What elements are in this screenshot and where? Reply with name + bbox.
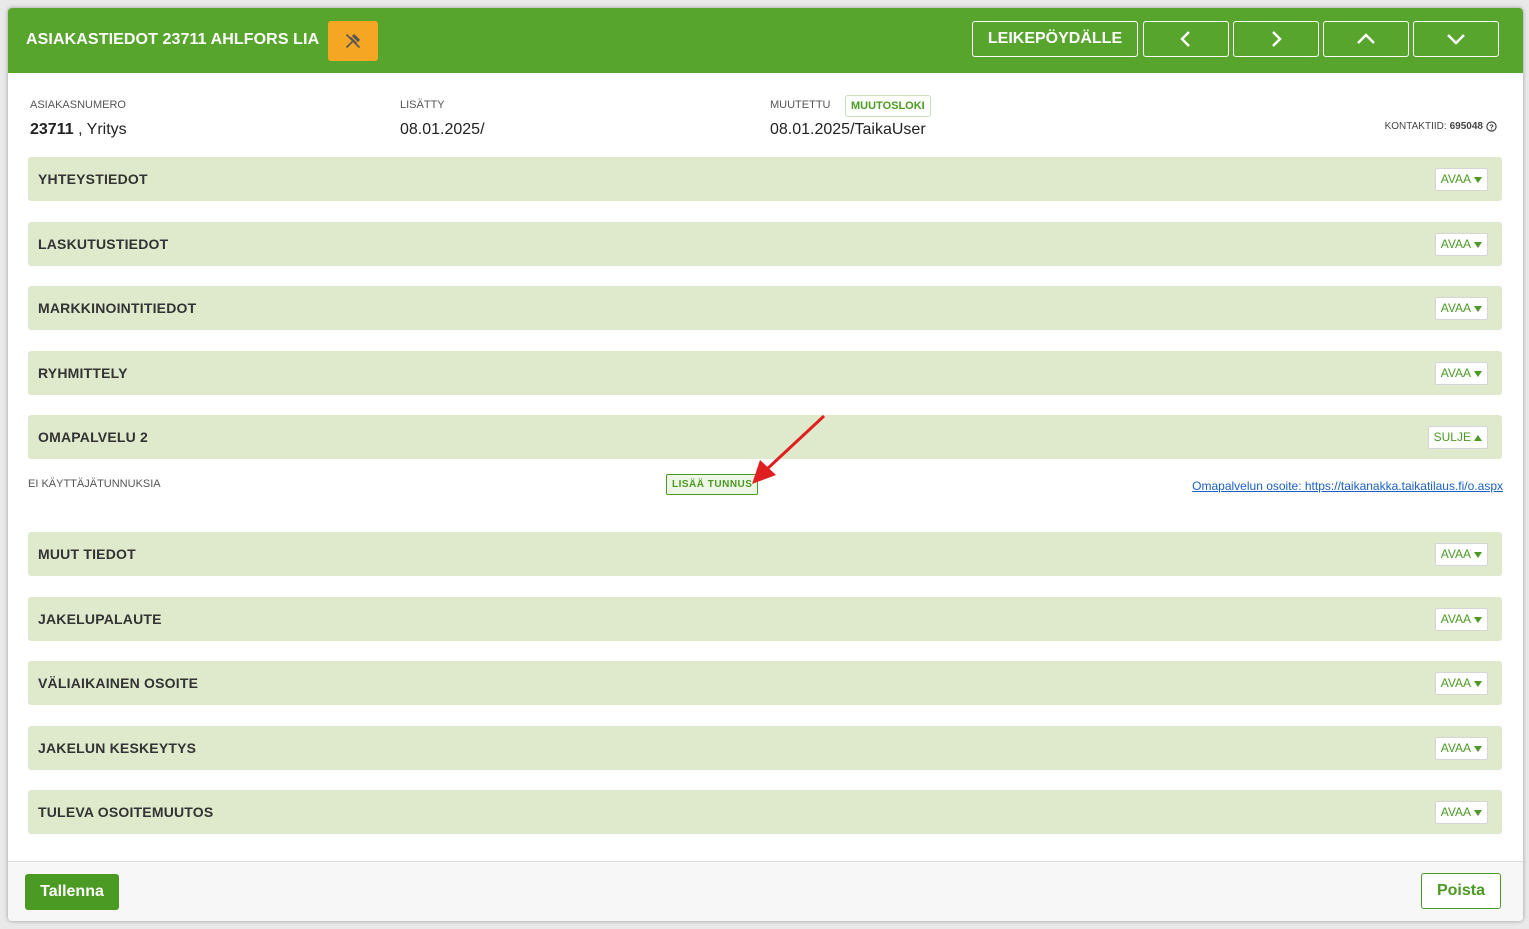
section-toggle-label: AVAA (1440, 741, 1471, 755)
caret-down-icon (1474, 551, 1482, 558)
caret-down-icon (1474, 370, 1482, 377)
dialog-header: ASIAKASTIEDOT 23711 AHLFORS LIA LEIKEPÖY… (8, 8, 1523, 73)
section-toggle-button[interactable]: AVAA (1434, 168, 1488, 191)
section-toggle-button[interactable]: AVAA (1434, 737, 1488, 760)
added-label: LISÄTTY (400, 99, 445, 111)
customer-type: , Yritys (78, 121, 127, 138)
caret-up-icon (1474, 434, 1482, 441)
caret-down-icon (1474, 176, 1482, 183)
up-button[interactable] (1323, 21, 1409, 57)
section-title: MARKKINOINTITIEDOT (38, 300, 197, 316)
next-button[interactable] (1233, 21, 1319, 57)
section-toggle-button[interactable]: AVAA (1434, 233, 1488, 256)
section-title: OMAPALVELU 2 (38, 429, 148, 445)
section-title: TULEVA OSOITEMUUTOS (38, 804, 214, 820)
section-toggle-label: AVAA (1440, 237, 1471, 251)
dialog-title: ASIAKASTIEDOT 23711 AHLFORS LIA (26, 31, 320, 48)
section-laskutustiedot[interactable]: LASKUTUSTIEDOT AVAA (28, 222, 1502, 266)
pin-off-icon (346, 34, 360, 48)
contact-id-value: 695048 (1449, 121, 1483, 132)
section-valiaikainen-osoite[interactable]: VÄLIAIKAINEN OSOITE AVAA (28, 661, 1502, 705)
section-markkinointitiedot[interactable]: MARKKINOINTITIEDOT AVAA (28, 286, 1502, 330)
section-toggle-label: AVAA (1440, 676, 1471, 690)
section-toggle-button[interactable]: AVAA (1434, 801, 1488, 824)
contact-id: KONTAKTIID: 695048 ? (1385, 121, 1497, 132)
delete-button[interactable]: Poista (1421, 873, 1501, 909)
caret-down-icon (1474, 305, 1482, 312)
caret-down-icon (1474, 241, 1482, 248)
section-toggle-button[interactable]: AVAA (1434, 362, 1488, 385)
section-ryhmittely[interactable]: RYHMITTELY AVAA (28, 351, 1502, 395)
caret-down-icon (1474, 809, 1482, 816)
down-button[interactable] (1413, 21, 1499, 57)
customer-number-value: 23711 , Yritys (30, 121, 127, 139)
customer-number: 23711 (30, 121, 74, 138)
prev-button[interactable] (1143, 21, 1229, 57)
svg-text:?: ? (1489, 122, 1494, 131)
section-toggle-label: SULJE (1433, 430, 1471, 444)
section-toggle-label: AVAA (1440, 612, 1471, 626)
customer-number-label: ASIAKASNUMERO (30, 99, 126, 111)
section-toggle-button[interactable]: AVAA (1434, 543, 1488, 566)
section-toggle-label: AVAA (1440, 805, 1471, 819)
clipboard-button[interactable]: LEIKEPÖYDÄLLE (972, 21, 1138, 57)
modified-label: MUUTETTU (770, 99, 831, 111)
section-jakelun-keskeytys[interactable]: JAKELUN KESKEYTYS AVAA (28, 726, 1502, 770)
caret-down-icon (1474, 745, 1482, 752)
annotation-arrow-icon (752, 414, 826, 484)
section-toggle-button[interactable]: AVAA (1434, 297, 1488, 320)
omapalvelu-link[interactable]: Omapalvelun osoite: https://taikanakka.t… (1192, 479, 1503, 493)
contact-id-label: KONTAKTIID: (1384, 121, 1447, 132)
section-toggle-label: AVAA (1440, 366, 1471, 380)
customer-dialog: ASIAKASTIEDOT 23711 AHLFORS LIA LEIKEPÖY… (8, 8, 1523, 921)
section-title: JAKELUN KESKEYTYS (38, 740, 197, 756)
modified-value: 08.01.2025/TaikaUser (770, 121, 926, 138)
section-title: YHTEYSTIEDOT (38, 171, 148, 187)
caret-down-icon (1474, 680, 1482, 687)
section-toggle-label: AVAA (1440, 547, 1471, 561)
section-toggle-label: AVAA (1440, 301, 1471, 315)
save-button[interactable]: Tallenna (25, 874, 119, 910)
chevron-right-icon (1272, 31, 1282, 47)
dialog-footer: Tallenna Poista (8, 861, 1523, 921)
section-yhteystiedot[interactable]: YHTEYSTIEDOT AVAA (28, 157, 1502, 201)
no-users-text: EI KÄYTTÄJÄTUNNUKSIA (28, 478, 161, 490)
chevron-up-icon (1357, 33, 1375, 44)
section-title: JAKELUPALAUTE (38, 611, 162, 627)
section-toggle-button[interactable]: AVAA (1434, 672, 1488, 695)
section-tuleva-osoitemuutos[interactable]: TULEVA OSOITEMUUTOS AVAA (28, 790, 1502, 834)
section-jakelupalaute[interactable]: JAKELUPALAUTE AVAA (28, 597, 1502, 641)
section-title: LASKUTUSTIEDOT (38, 236, 169, 252)
pin-button[interactable] (328, 21, 378, 61)
section-title: MUUT TIEDOT (38, 546, 136, 562)
section-toggle-button[interactable]: SULJE (1427, 426, 1488, 449)
help-icon[interactable]: ? (1486, 121, 1497, 132)
section-muut-tiedot[interactable]: MUUT TIEDOT AVAA (28, 532, 1502, 576)
section-title: VÄLIAIKAINEN OSOITE (38, 675, 199, 691)
added-value: 08.01.2025/ (400, 121, 485, 138)
changelog-badge[interactable]: MUUTOSLOKI (845, 95, 931, 117)
section-toggle-label: AVAA (1440, 172, 1471, 186)
section-toggle-button[interactable]: AVAA (1434, 608, 1488, 631)
chevron-left-icon (1180, 31, 1190, 47)
caret-down-icon (1474, 616, 1482, 623)
chevron-down-icon (1447, 34, 1465, 45)
section-title: RYHMITTELY (38, 365, 128, 381)
